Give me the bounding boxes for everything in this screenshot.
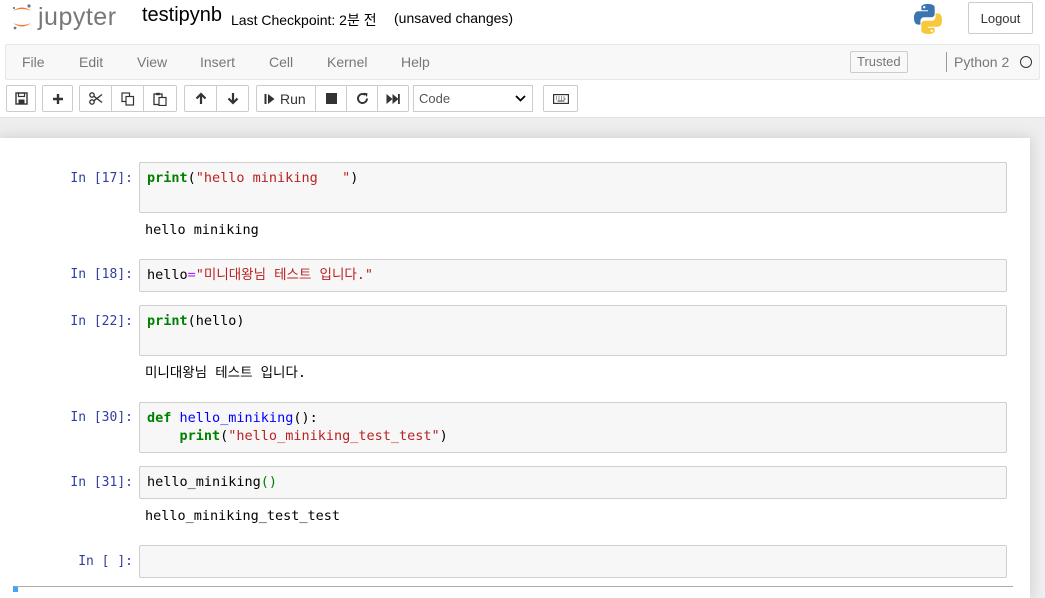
cell-type-select[interactable]: Code: [413, 85, 533, 112]
cell-code[interactable]: hello_miniking(): [147, 473, 277, 491]
chevron-down-icon: [515, 86, 526, 120]
interrupt-button[interactable]: [315, 85, 347, 112]
menu-help[interactable]: Help: [401, 45, 430, 79]
keyboard-icon: [552, 93, 569, 104]
notebook-container: In [17]: print("hello miniking ") hello …: [0, 138, 1030, 598]
cell-prompt: In [17]:: [70, 171, 133, 186]
cell-input[interactable]: hello="미니대왕님 테스트 입니다.": [139, 259, 1007, 292]
fast-forward-icon: [386, 93, 400, 104]
cell-output: hello_miniking_test_test: [145, 508, 341, 524]
autosave-status: (unsaved changes): [394, 10, 514, 26]
restart-run-all-button[interactable]: [377, 85, 409, 112]
cell-code[interactable]: print(hello): [147, 312, 245, 330]
jupyter-logo[interactable]: jupyter: [10, 2, 117, 32]
save-icon: [14, 92, 28, 105]
jupyter-logo-text: jupyter: [38, 3, 117, 31]
run-button-label: Run: [280, 90, 306, 107]
cell-prompt: In [31]:: [70, 475, 133, 490]
cut-button[interactable]: [79, 85, 112, 112]
copy-button[interactable]: [111, 85, 144, 112]
command-palette-button[interactable]: [543, 85, 578, 112]
notebook-name[interactable]: testipynb: [142, 4, 222, 27]
cell-output: hello miniking: [145, 222, 259, 238]
cell-code[interactable]: print("hello miniking "): [147, 169, 358, 187]
paste-icon: [153, 92, 167, 106]
restart-button[interactable]: [346, 85, 378, 112]
trusted-indicator[interactable]: Trusted: [850, 51, 908, 73]
python-logo-icon: [914, 4, 942, 34]
cell-type-value: Code: [419, 91, 451, 106]
cell-code[interactable]: def hello_miniking(): print("hello_minik…: [147, 409, 448, 445]
save-button[interactable]: [6, 85, 36, 112]
checkpoint-status: Last Checkpoint: 2분 전: [231, 12, 377, 28]
insert-cell-button[interactable]: [42, 85, 73, 112]
plus-icon: [52, 93, 63, 104]
cell-output: 미니대왕님 테스트 입니다.: [145, 365, 307, 381]
header-divider: [0, 117, 1045, 118]
header: jupyter testipynb Last Checkpoint: 2분 전 …: [0, 0, 1045, 118]
cell-prompt: In [18]:: [70, 267, 133, 282]
step-forward-icon: [264, 93, 275, 104]
cell-input[interactable]: def hello_miniking(): print("hello_minik…: [139, 402, 1007, 453]
kernel-name: Python 2: [954, 54, 1010, 70]
move-down-button[interactable]: [216, 85, 249, 112]
menu-edit[interactable]: Edit: [79, 45, 103, 79]
refresh-icon: [356, 92, 368, 104]
menu-kernel[interactable]: Kernel: [327, 45, 367, 79]
kernel-status-icon: [1020, 56, 1032, 68]
cell-input[interactable]: print(hello): [139, 305, 1007, 356]
cell-input[interactable]: hello_miniking(): [139, 466, 1007, 499]
run-button[interactable]: Run: [256, 85, 316, 112]
kernel-divider: [946, 52, 947, 72]
menu-insert[interactable]: Insert: [200, 45, 235, 79]
cell-prompt: In [ ]:: [78, 554, 133, 569]
cell-prompt: In [30]:: [70, 410, 133, 425]
menu-file[interactable]: File: [22, 45, 45, 79]
move-up-button[interactable]: [184, 85, 217, 112]
arrow-up-icon: [195, 92, 206, 104]
jupyter-logo-icon: [12, 4, 31, 30]
arrow-down-icon: [227, 93, 238, 105]
stop-icon: [325, 93, 337, 104]
logout-button[interactable]: Logout: [968, 2, 1033, 34]
menubar: File Edit View Insert Cell Kernel Help T…: [5, 44, 1040, 80]
cell-input[interactable]: [139, 545, 1007, 578]
cell-prompt: In [22]:: [70, 314, 133, 329]
copy-icon: [120, 91, 134, 106]
menu-view[interactable]: View: [137, 45, 167, 79]
cell-code[interactable]: hello="미니대왕님 테스트 입니다.": [147, 266, 373, 284]
selected-cell[interactable]: [13, 586, 1013, 592]
paste-button[interactable]: [143, 85, 177, 112]
cell-input[interactable]: print("hello miniking "): [139, 162, 1007, 213]
menu-cell[interactable]: Cell: [269, 45, 293, 79]
scissors-icon: [88, 92, 102, 105]
